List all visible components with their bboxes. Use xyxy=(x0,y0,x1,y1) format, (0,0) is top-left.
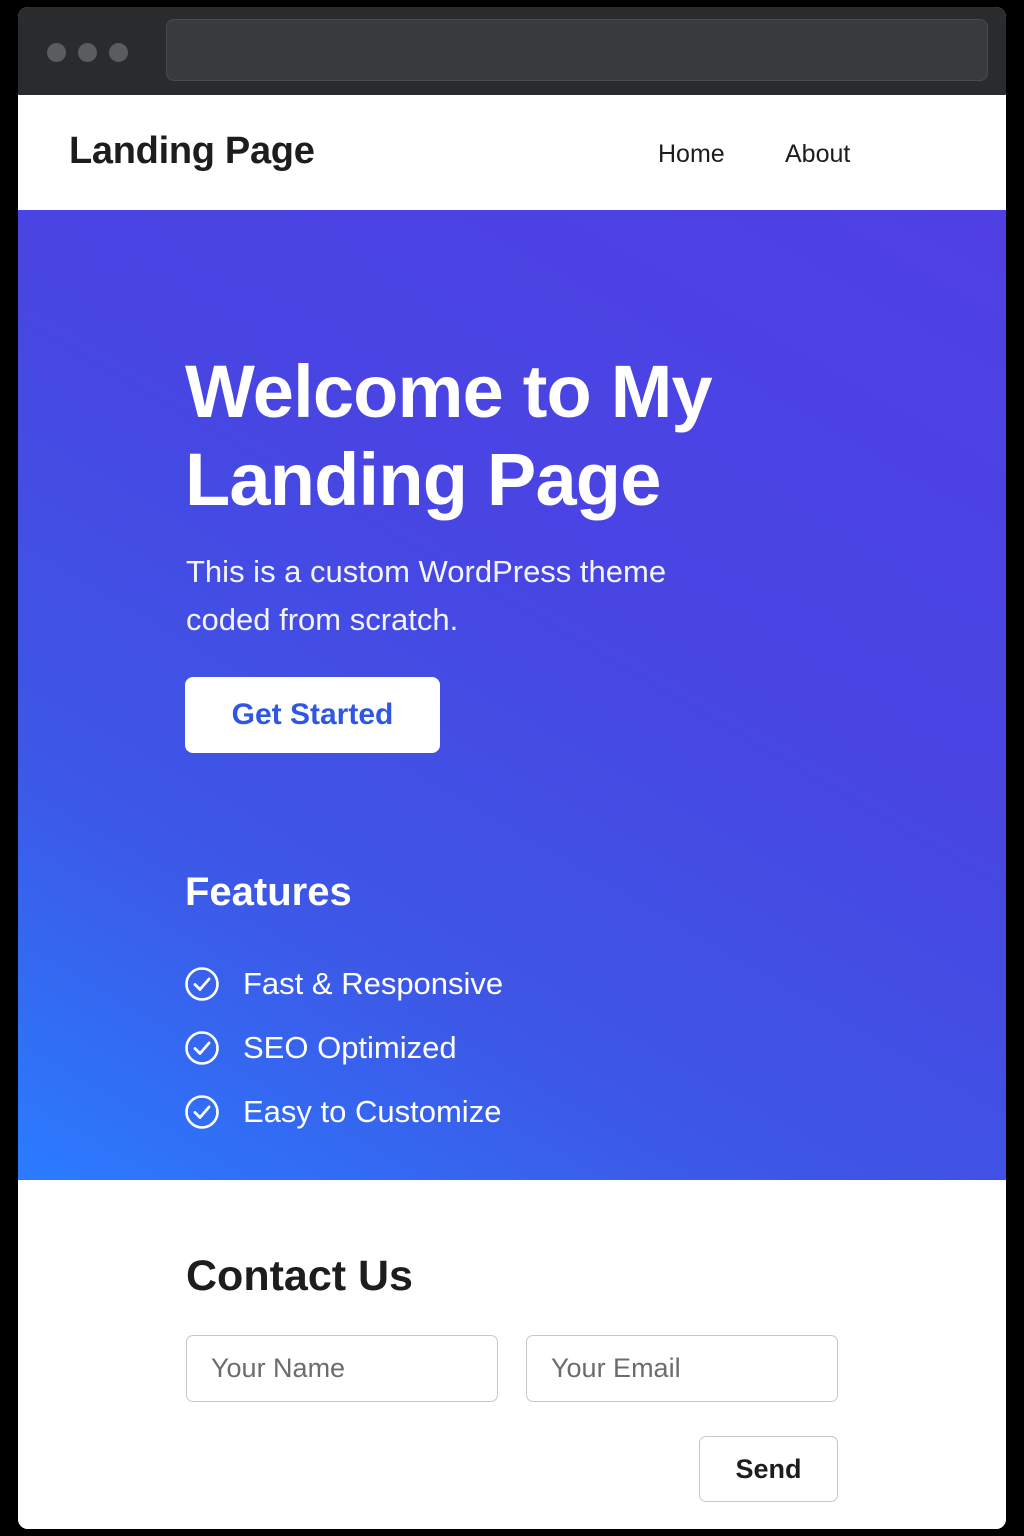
hero-title: Welcome to My Landing Page xyxy=(185,350,713,521)
window-minimize-dot[interactable] xyxy=(78,43,97,62)
address-bar[interactable] xyxy=(166,19,988,81)
name-input[interactable] xyxy=(186,1335,498,1402)
contact-section: Contact Us Send xyxy=(18,1180,1006,1529)
check-circle-icon xyxy=(185,967,219,1001)
browser-window: Landing Page Home About Welcome to My La… xyxy=(18,7,1006,1529)
window-maximize-dot[interactable] xyxy=(109,43,128,62)
send-button[interactable]: Send xyxy=(699,1436,838,1502)
check-circle-icon xyxy=(185,1095,219,1129)
hero-section: Welcome to My Landing Page This is a cus… xyxy=(18,210,1006,1180)
browser-titlebar xyxy=(18,7,1006,96)
nav-link-home[interactable]: Home xyxy=(658,140,725,169)
site-header: Landing Page Home About xyxy=(18,95,1006,211)
feature-item: Fast & Responsive xyxy=(184,952,503,1016)
check-circle-icon xyxy=(185,1031,219,1065)
site-brand[interactable]: Landing Page xyxy=(69,130,315,173)
feature-label: Easy to Customize xyxy=(243,1094,502,1129)
feature-item: Easy to Customize xyxy=(184,1080,503,1144)
feature-item: SEO Optimized xyxy=(184,1016,503,1080)
window-close-dot[interactable] xyxy=(47,43,66,62)
contact-title: Contact Us xyxy=(186,1252,413,1300)
email-input[interactable] xyxy=(526,1335,838,1402)
features-list: Fast & Responsive SEO Optimized Easy to … xyxy=(184,952,503,1144)
features-title: Features xyxy=(185,870,352,914)
hero-subtitle: This is a custom WordPress theme coded f… xyxy=(186,554,667,637)
get-started-button[interactable]: Get Started xyxy=(185,677,440,753)
feature-label: SEO Optimized xyxy=(243,1030,457,1065)
feature-label: Fast & Responsive xyxy=(243,966,504,1001)
nav-link-about[interactable]: About xyxy=(785,140,850,169)
